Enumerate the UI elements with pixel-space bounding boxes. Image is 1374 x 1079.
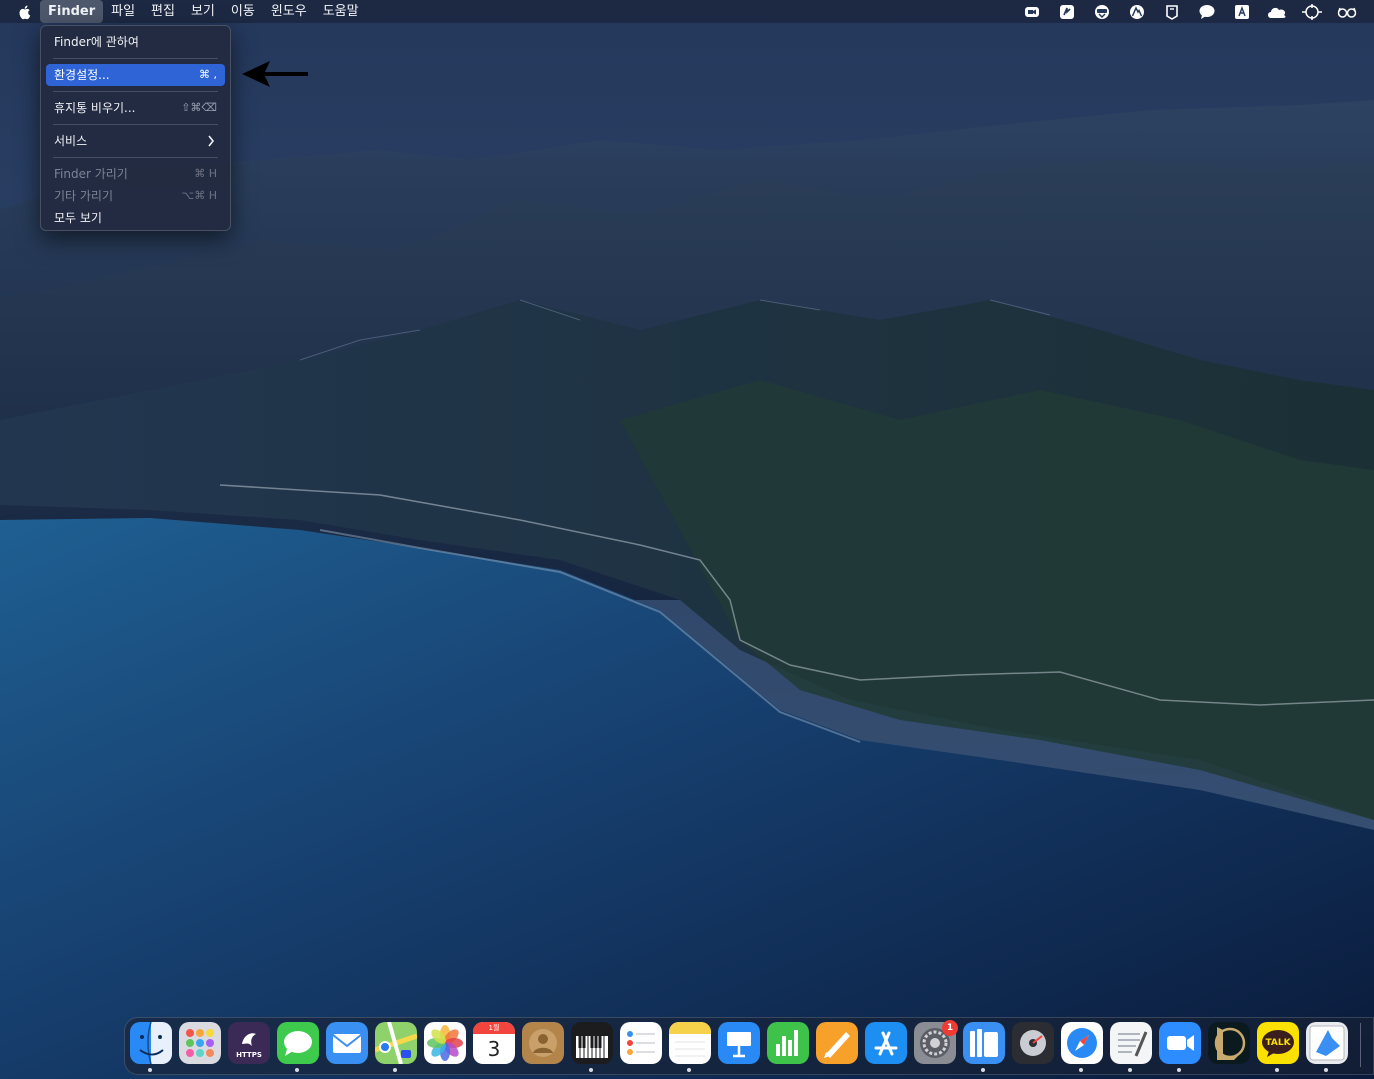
cloud-icon[interactable]: [1259, 0, 1294, 23]
dock-divider: [1360, 1023, 1361, 1067]
running-indicator: [1275, 1068, 1279, 1072]
menu-item-shortcut: ⇧⌘⌫: [181, 101, 217, 114]
contacts-icon[interactable]: [522, 1022, 564, 1064]
launchpad-icon[interactable]: [179, 1022, 221, 1064]
menu-separator: [53, 58, 218, 59]
menu-item-preferences[interactable]: 환경설정... ⌘ ,: [46, 64, 225, 86]
kakaotalk-label: TALK: [1265, 1038, 1291, 1048]
safari-icon[interactable]: [1061, 1022, 1103, 1064]
menu-item-label: 휴지통 비우기...: [54, 101, 136, 115]
menu-item-label: 모두 보기: [54, 211, 102, 225]
menu-item-label: 기타 가리기: [54, 189, 114, 203]
menu-item-label: Finder에 관하여: [54, 35, 139, 49]
app-store-icon[interactable]: [865, 1022, 907, 1064]
running-indicator: [148, 1068, 152, 1072]
script-status-icon[interactable]: [1049, 0, 1084, 23]
chevron-right-icon: [207, 130, 215, 155]
textedit-icon[interactable]: [1110, 1022, 1152, 1064]
running-indicator: [1079, 1068, 1083, 1072]
message-bubble-icon[interactable]: [1189, 0, 1224, 23]
menu-item-shortcut: ⌘ ,: [199, 68, 217, 81]
nord-icon[interactable]: [1119, 0, 1154, 23]
keynote-icon[interactable]: [718, 1022, 760, 1064]
menu-item-label: 환경설정...: [54, 68, 110, 82]
mail-icon[interactable]: [326, 1022, 368, 1064]
menu-separator: [53, 124, 218, 125]
running-indicator: [981, 1068, 985, 1072]
running-indicator: [1177, 1068, 1181, 1072]
numbers-icon[interactable]: [767, 1022, 809, 1064]
running-indicator: [1324, 1068, 1328, 1072]
clipboard-icon[interactable]: [1154, 0, 1189, 23]
menu-item-label: Finder 가리기: [54, 167, 128, 181]
running-indicator: [295, 1068, 299, 1072]
running-indicator: [393, 1068, 397, 1072]
apple-menu-icon[interactable]: [12, 4, 36, 20]
glasses-icon[interactable]: [1329, 0, 1364, 23]
calendar-day: 3: [487, 1037, 501, 1061]
menu-view[interactable]: 보기: [183, 0, 223, 23]
menu-item-hide-others: 기타 가리기 ⌥⌘ H: [46, 185, 225, 207]
messages-icon[interactable]: [277, 1022, 319, 1064]
reminders-icon[interactable]: [620, 1022, 662, 1064]
status-area: [1014, 0, 1364, 23]
calendar-month: 1월: [473, 1022, 515, 1034]
zoom-status-icon[interactable]: [1014, 0, 1049, 23]
notification-badge: 1: [942, 1020, 958, 1036]
notes-icon[interactable]: [669, 1022, 711, 1064]
running-indicator: [589, 1068, 593, 1072]
menu-window[interactable]: 윈도우: [263, 0, 315, 23]
league-of-legends-icon[interactable]: [1208, 1022, 1250, 1064]
calendar-icon[interactable]: 1월 3: [473, 1022, 515, 1064]
menu-finder[interactable]: Finder: [40, 0, 104, 23]
display-icon[interactable]: [1294, 0, 1329, 23]
menu-help[interactable]: 도움말: [315, 0, 367, 23]
file-manager-icon[interactable]: [963, 1022, 1005, 1064]
piano-icon[interactable]: [571, 1022, 613, 1064]
running-indicator: [687, 1068, 691, 1072]
https-app-icon[interactable]: HTTPS: [228, 1022, 270, 1064]
maps-icon[interactable]: [375, 1022, 417, 1064]
pages-icon[interactable]: [816, 1022, 858, 1064]
https-label: HTTPS: [236, 1051, 262, 1059]
kakaotalk-icon[interactable]: TALK: [1257, 1022, 1299, 1064]
arrow-left-icon: [242, 61, 308, 87]
menu-separator: [53, 157, 218, 158]
preview-icon[interactable]: [1306, 1022, 1348, 1064]
running-indicator: [1128, 1068, 1132, 1072]
menu-separator: [53, 91, 218, 92]
menu-go[interactable]: 이동: [223, 0, 263, 23]
menu-item-empty-trash[interactable]: 휴지통 비우기... ⇧⌘⌫: [46, 97, 225, 119]
menu-item-services[interactable]: 서비스: [46, 130, 225, 152]
menu-item-show-all[interactable]: 모두 보기: [46, 207, 225, 229]
menu-edit[interactable]: 편집: [143, 0, 183, 23]
menu-file[interactable]: 파일: [103, 0, 143, 23]
menu-item-shortcut: ⌘ H: [194, 167, 217, 180]
finder-icon[interactable]: [130, 1022, 172, 1064]
menu-item-shortcut: ⌥⌘ H: [181, 189, 217, 202]
disk-utility-icon[interactable]: [1012, 1022, 1054, 1064]
finder-menu-dropdown: Finder에 관하여 환경설정... ⌘ , 휴지통 비우기... ⇧⌘⌫ 서…: [40, 25, 231, 231]
bluetooth-headset-icon[interactable]: [1084, 0, 1119, 23]
menu-item-label: 서비스: [54, 134, 88, 148]
menu-bar: Finder 파일 편집 보기 이동 윈도우 도움말: [0, 0, 1374, 23]
menu-item-about-finder[interactable]: Finder에 관하여: [46, 31, 225, 53]
input-method-icon[interactable]: [1224, 0, 1259, 23]
menu-item-hide-finder: Finder 가리기 ⌘ H: [46, 163, 225, 185]
zoom-icon[interactable]: [1159, 1022, 1201, 1064]
photos-icon[interactable]: [424, 1022, 466, 1064]
